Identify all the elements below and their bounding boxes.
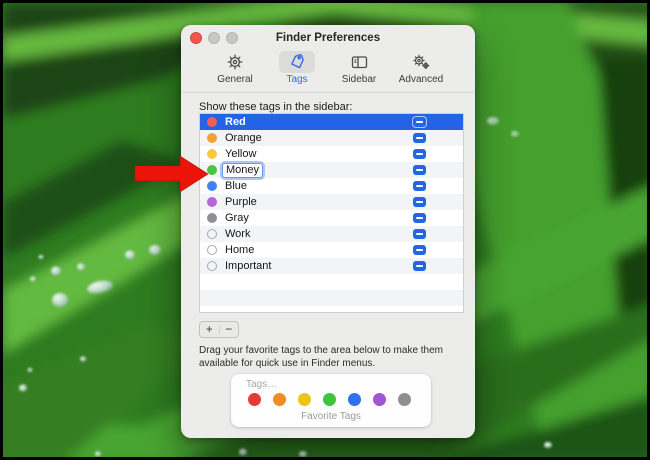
annotation-arrow: [134, 153, 211, 195]
zoom-button[interactable]: [226, 32, 238, 44]
favorite-tag-dot[interactable]: [298, 393, 311, 406]
empty-row: [200, 274, 463, 290]
minimize-button[interactable]: [208, 32, 220, 44]
tag-name: Home: [225, 244, 254, 256]
tag-row[interactable]: Red: [200, 114, 463, 130]
favorite-tag-dots: [248, 393, 411, 406]
gears-icon: [411, 53, 431, 71]
minus-icon: [416, 185, 423, 187]
remove-tag-button[interactable]: −: [220, 323, 239, 336]
screenshot-frame: Finder Preferences General Tags: [0, 0, 650, 460]
minus-icon: [416, 153, 423, 155]
remove-from-sidebar-button[interactable]: [413, 245, 426, 255]
remove-from-sidebar-button[interactable]: [413, 149, 426, 159]
tag-name: Orange: [225, 132, 262, 144]
minus-icon: [416, 265, 423, 267]
tag-row[interactable]: Home: [200, 242, 463, 258]
minus-icon: [416, 249, 423, 251]
minus-icon: [416, 233, 423, 235]
add-remove-control: + −: [199, 321, 239, 338]
tag-name: Purple: [225, 196, 257, 208]
tab-tags-label: Tags: [286, 74, 307, 85]
tag-color-dot: [207, 117, 217, 127]
tags-placeholder: Tags…: [246, 379, 277, 390]
list-heading: Show these tags in the sidebar:: [199, 101, 352, 113]
tag-color-dot: [207, 213, 217, 223]
add-tag-button[interactable]: +: [200, 323, 219, 336]
tag-row[interactable]: Blue: [200, 178, 463, 194]
favorite-tags-caption: Favorite Tags: [231, 411, 431, 422]
tag-row[interactable]: Yellow: [200, 146, 463, 162]
gear-icon: [226, 53, 244, 71]
remove-from-sidebar-button[interactable]: [413, 261, 426, 271]
tab-sidebar-label: Sidebar: [342, 74, 376, 85]
tag-color-dot: [207, 133, 217, 143]
minus-icon: [416, 169, 423, 171]
remove-from-sidebar-button[interactable]: [413, 165, 426, 175]
preferences-toolbar: General Tags Sidebar: [181, 49, 475, 91]
tab-general-label: General: [217, 74, 253, 85]
tab-general[interactable]: General: [212, 51, 258, 85]
remove-from-sidebar-button[interactable]: [413, 181, 426, 191]
tab-advanced[interactable]: Advanced: [398, 51, 444, 85]
favorite-tag-dot[interactable]: [373, 393, 386, 406]
tag-color-dot: [207, 229, 217, 239]
minus-icon: [416, 217, 423, 219]
tag-row[interactable]: Orange: [200, 130, 463, 146]
remove-from-sidebar-button[interactable]: [413, 213, 426, 223]
favorite-tag-dot[interactable]: [348, 393, 361, 406]
tag-color-dot: [207, 197, 217, 207]
tag-row[interactable]: Work: [200, 226, 463, 242]
tag-row[interactable]: Money: [200, 162, 463, 178]
tag-color-dot: [207, 245, 217, 255]
favorite-tag-dot[interactable]: [398, 393, 411, 406]
minus-icon: [416, 121, 423, 123]
tag-row[interactable]: Gray: [200, 210, 463, 226]
tag-name: Blue: [225, 180, 247, 192]
tag-name: Yellow: [225, 148, 256, 160]
minus-icon: [416, 201, 423, 203]
favorite-tag-dot[interactable]: [248, 393, 261, 406]
remove-from-sidebar-button[interactable]: [413, 133, 426, 143]
tag-name-edit-field[interactable]: Money: [222, 163, 263, 178]
close-button[interactable]: [190, 32, 202, 44]
tag-name: Red: [225, 116, 246, 128]
empty-row: [200, 290, 463, 306]
remove-from-sidebar-button[interactable]: [413, 117, 426, 127]
favorite-tag-dot[interactable]: [323, 393, 336, 406]
finder-preferences-window: Finder Preferences General Tags: [181, 25, 475, 438]
tab-sidebar[interactable]: Sidebar: [336, 51, 382, 85]
remove-from-sidebar-button[interactable]: [413, 197, 426, 207]
favorite-tag-dot[interactable]: [273, 393, 286, 406]
favorite-tags-well: Tags… Favorite Tags: [231, 374, 431, 427]
tag-row[interactable]: Important: [200, 258, 463, 274]
tab-tags[interactable]: Tags: [274, 51, 320, 85]
toolbar-divider: [181, 92, 475, 93]
sidebar-icon: [350, 53, 369, 71]
titlebar[interactable]: Finder Preferences: [181, 25, 475, 49]
tag-name: Gray: [225, 212, 249, 224]
tag-icon: [288, 53, 307, 71]
tab-advanced-label: Advanced: [399, 74, 443, 85]
remove-from-sidebar-button[interactable]: [413, 229, 426, 239]
tag-name: Work: [225, 228, 250, 240]
minus-icon: [416, 137, 423, 139]
empty-row: [200, 306, 463, 313]
tag-name: Money: [226, 164, 259, 176]
drag-hint-text: Drag your favorite tags to the area belo…: [199, 344, 475, 370]
tag-list: Red Orange Yellow Money Blue Purple Gray Work Ho…: [199, 113, 464, 313]
tag-row[interactable]: Purple: [200, 194, 463, 210]
tag-color-dot: [207, 261, 217, 271]
tag-name: Important: [225, 260, 271, 272]
